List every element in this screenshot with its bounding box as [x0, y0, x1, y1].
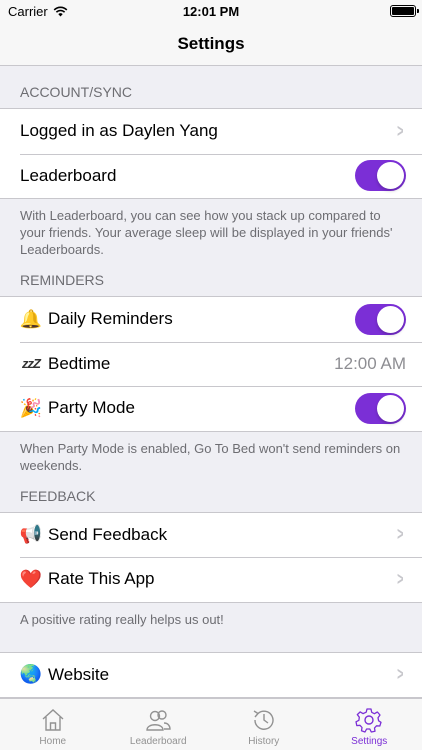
- bell-icon: 🔔: [19, 308, 43, 329]
- tab-bar: Home Leaderboard History Settings: [0, 698, 422, 750]
- tab-leaderboard[interactable]: Leaderboard: [106, 699, 212, 750]
- leaderboard-toggle[interactable]: [355, 160, 406, 192]
- rate-app-label: Rate This App: [48, 569, 155, 589]
- tab-history-label: History: [248, 736, 280, 747]
- section-header-reminders: REMINDERS: [20, 272, 105, 288]
- bedtime-label: Bedtime: [48, 353, 111, 373]
- rate-app-row[interactable]: ❤️ Rate This App >: [0, 557, 422, 602]
- chevron-right-icon: >: [397, 524, 404, 545]
- tab-settings[interactable]: Settings: [317, 699, 422, 750]
- party-mode-toggle[interactable]: [355, 392, 406, 424]
- tab-home-label: Home: [39, 736, 67, 747]
- zzz-icon: zzZ: [22, 356, 41, 372]
- tab-history[interactable]: History: [211, 699, 317, 750]
- clock-icon: [253, 710, 274, 730]
- party-mode-label: Party Mode: [48, 398, 135, 418]
- battery-icon: [390, 5, 419, 17]
- bedtime-value: 12:00 AM: [334, 353, 406, 373]
- leaderboard-row: Leaderboard: [0, 153, 422, 199]
- bedtime-row[interactable]: zzZ Bedtime 12:00 AM: [0, 341, 422, 387]
- daily-reminders-row: 🔔 Daily Reminders: [0, 297, 422, 342]
- tab-settings-label: Settings: [351, 736, 388, 747]
- status-time: 12:01 PM: [182, 3, 240, 19]
- website-label: Website: [48, 664, 110, 684]
- settings-list[interactable]: ACCOUNT/SYNC Logged in as Daylen Yang > …: [0, 66, 422, 698]
- party-popper-icon: 🎉: [19, 397, 43, 418]
- chevron-right-icon: >: [397, 568, 404, 589]
- group-reminders: 🔔 Daily Reminders zzZ Bedtime 12:00 AM 🎉…: [0, 296, 422, 432]
- website-row[interactable]: 🌏 Website >: [0, 653, 422, 698]
- globe-icon: 🌏: [19, 664, 43, 685]
- daily-reminders-toggle[interactable]: [355, 303, 406, 335]
- page-title: Settings: [177, 33, 245, 53]
- party-mode-footer: When Party Mode is enabled, Go To Bed wo…: [20, 440, 401, 473]
- party-mode-row: 🎉 Party Mode: [0, 386, 422, 431]
- group-account: Logged in as Daylen Yang > Leaderboard: [0, 108, 422, 199]
- section-header-feedback: FEEDBACK: [20, 487, 96, 504]
- leaderboard-label: Leaderboard: [20, 165, 117, 185]
- group-more: 🌏 Website >: [0, 651, 422, 698]
- house-icon: [42, 709, 64, 731]
- send-feedback-label: Send Feedback: [48, 524, 168, 544]
- tab-leaderboard-label: Leaderboard: [129, 736, 187, 747]
- heart-icon: ❤️: [19, 568, 43, 589]
- chevron-right-icon: >: [397, 664, 404, 685]
- megaphone-icon: 📢: [19, 524, 43, 545]
- logged-in-label: Logged in as Daylen Yang: [20, 121, 218, 141]
- nav-bar: Settings: [0, 22, 422, 66]
- send-feedback-row[interactable]: 📢 Send Feedback >: [0, 513, 422, 558]
- leaderboard-footer: With Leaderboard, you can see how you st…: [20, 208, 393, 257]
- daily-reminders-label: Daily Reminders: [48, 309, 173, 329]
- group-feedback: 📢 Send Feedback > ❤️ Rate This App >: [0, 511, 422, 603]
- people-icon: [146, 710, 171, 731]
- tab-home[interactable]: Home: [0, 699, 106, 750]
- gear-icon: [355, 708, 382, 733]
- rating-footer: A positive rating really helps us out!: [20, 611, 224, 627]
- section-header-account: ACCOUNT/SYNC: [20, 84, 133, 100]
- logged-in-row[interactable]: Logged in as Daylen Yang >: [0, 109, 422, 154]
- chevron-right-icon: >: [397, 120, 404, 141]
- status-bar: Carrier 12:01 PM: [0, 0, 422, 22]
